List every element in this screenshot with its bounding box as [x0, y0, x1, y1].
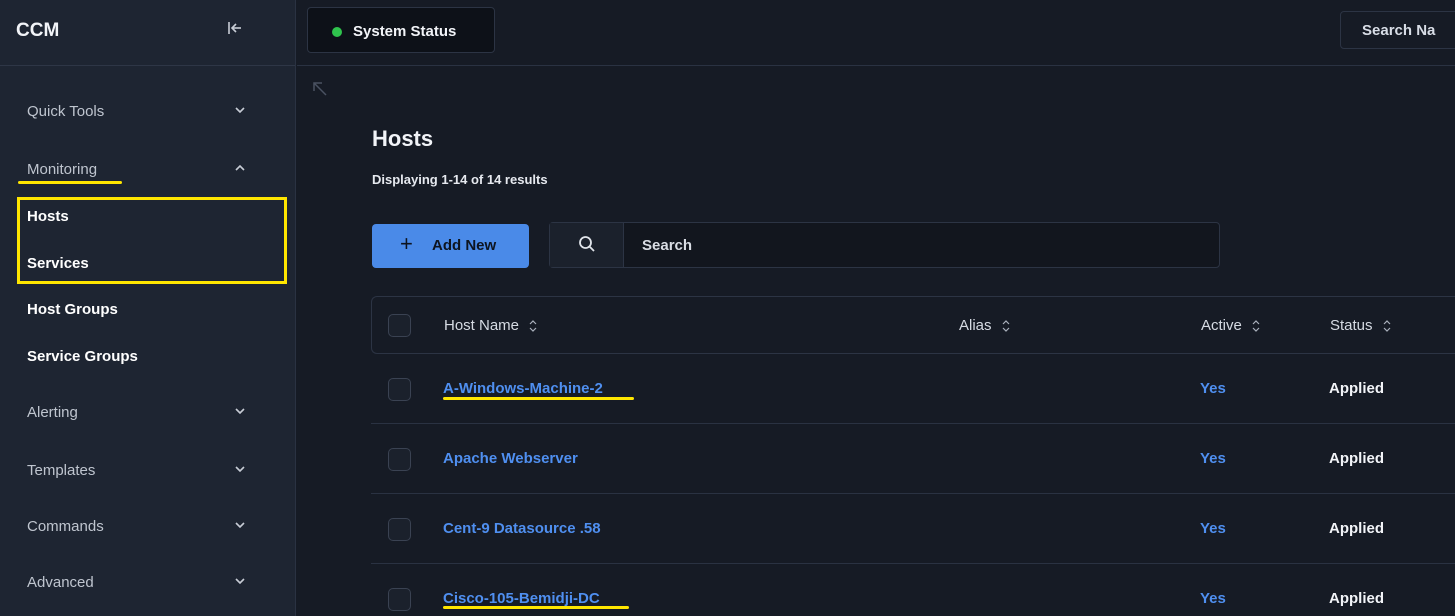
- chevron-down-icon: [235, 107, 245, 114]
- active-value: Yes: [1200, 380, 1226, 397]
- host-name-link[interactable]: Cent-9 Datasource .58: [443, 520, 601, 537]
- collapse-sidebar-icon[interactable]: [227, 20, 243, 41]
- system-status-tab[interactable]: System Status: [307, 7, 495, 53]
- sort-icon: [1383, 320, 1390, 332]
- status-value: Applied: [1329, 520, 1384, 537]
- status-value: Applied: [1329, 590, 1384, 607]
- table-row: A-Windows-Machine-2 Yes Applied: [371, 354, 1455, 424]
- annotation-underline-monitoring: [18, 181, 122, 184]
- sidebar-item-label: Templates: [27, 462, 96, 479]
- host-name-link[interactable]: A-Windows-Machine-2: [443, 380, 603, 397]
- system-status-label: System Status: [353, 23, 457, 40]
- row-checkbox[interactable]: [388, 518, 411, 541]
- sidebar-item-label: Quick Tools: [27, 103, 105, 120]
- sidebar-header: CCM: [0, 0, 295, 66]
- sidebar-item-commands[interactable]: Commands: [0, 507, 296, 547]
- chevron-down-icon: [235, 522, 245, 529]
- chevron-down-icon: [235, 466, 245, 473]
- status-dot-icon: [332, 27, 342, 37]
- global-search-label: Search Na: [1362, 22, 1436, 39]
- annotation-highlight-box: [17, 197, 287, 284]
- result-count: Displaying 1-14 of 14 results: [372, 172, 548, 187]
- table-row: Cent-9 Datasource .58 Yes Applied: [371, 494, 1455, 564]
- app-logo: CCM: [16, 20, 60, 41]
- top-bar: System Status Search Na: [297, 0, 1455, 66]
- column-header-status[interactable]: Status: [1330, 317, 1391, 334]
- add-new-button[interactable]: + Add New: [372, 224, 529, 268]
- table-row: Apache Webserver Yes Applied: [371, 424, 1455, 494]
- sort-icon: [1252, 320, 1260, 332]
- column-header-label: Alias: [959, 317, 992, 334]
- global-search-button[interactable]: Search Na: [1340, 11, 1455, 49]
- chevron-down-icon: [235, 578, 245, 585]
- status-value: Applied: [1329, 450, 1384, 467]
- row-checkbox[interactable]: [388, 588, 411, 611]
- add-new-label: Add New: [432, 237, 497, 254]
- active-value: Yes: [1200, 450, 1226, 467]
- annotation-underline-host-1: [443, 397, 634, 400]
- search-icon-button[interactable]: [550, 223, 624, 267]
- column-header-host-name[interactable]: Host Name: [444, 317, 537, 334]
- sidebar-item-monitoring[interactable]: Monitoring: [0, 150, 296, 190]
- chevron-down-icon: [235, 408, 245, 415]
- column-header-active[interactable]: Active: [1201, 317, 1260, 334]
- sidebar-item-host-groups[interactable]: Host Groups: [0, 290, 296, 330]
- column-header-label: Status: [1330, 317, 1373, 334]
- sidebar-item-label: Commands: [27, 518, 104, 535]
- sidebar-item-alerting[interactable]: Alerting: [0, 393, 296, 433]
- annotation-underline-host-4: [443, 606, 629, 609]
- row-checkbox[interactable]: [388, 448, 411, 471]
- sidebar-item-service-groups[interactable]: Service Groups: [0, 337, 296, 377]
- active-value: Yes: [1200, 520, 1226, 537]
- search-group: [549, 222, 1220, 268]
- table-header: Host Name Alias Active Status: [371, 296, 1455, 354]
- sidebar-item-quick-tools[interactable]: Quick Tools: [0, 92, 296, 132]
- sidebar-item-label: Alerting: [27, 404, 78, 421]
- sidebar-item-label: Advanced: [27, 574, 94, 591]
- sidebar-item-label: Host Groups: [27, 301, 118, 318]
- search-icon: [579, 236, 595, 252]
- sidebar-item-templates[interactable]: Templates: [0, 451, 296, 491]
- sidebar: CCM Quick Tools Monitoring Hosts Service…: [0, 0, 296, 616]
- sidebar-item-label: Monitoring: [27, 161, 98, 178]
- search-input[interactable]: [626, 223, 1216, 267]
- select-all-checkbox[interactable]: [388, 314, 411, 337]
- host-name-link[interactable]: Apache Webserver: [443, 450, 578, 467]
- status-value: Applied: [1329, 380, 1384, 397]
- sort-icon: [1002, 320, 1009, 332]
- column-header-label: Active: [1201, 317, 1242, 334]
- page-title: Hosts: [372, 126, 434, 151]
- column-header-alias[interactable]: Alias: [959, 317, 1010, 334]
- active-value: Yes: [1200, 590, 1226, 607]
- chevron-up-icon: [235, 164, 245, 171]
- column-header-label: Host Name: [444, 317, 520, 334]
- sidebar-item-label: Service Groups: [27, 348, 138, 365]
- expand-arrow-icon[interactable]: [311, 80, 329, 98]
- host-name-link[interactable]: Cisco-105-Bemidji-DC: [443, 590, 600, 607]
- plus-icon: +: [400, 231, 413, 256]
- sidebar-item-advanced[interactable]: Advanced: [0, 563, 296, 603]
- row-checkbox[interactable]: [388, 378, 411, 401]
- sort-icon: [529, 320, 537, 332]
